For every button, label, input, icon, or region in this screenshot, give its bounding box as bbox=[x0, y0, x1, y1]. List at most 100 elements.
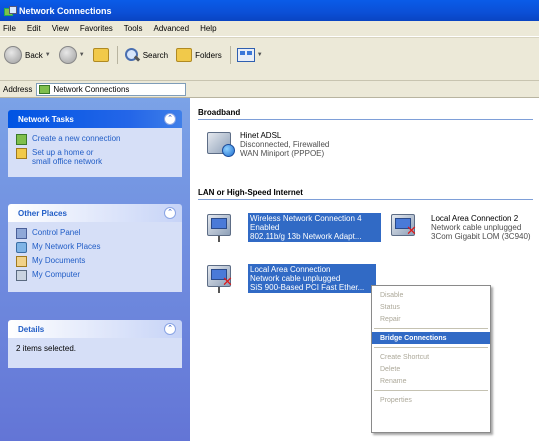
place-control-panel[interactable]: Control Panel bbox=[16, 228, 174, 239]
details-body: 2 items selected. bbox=[8, 338, 182, 368]
folders-icon bbox=[176, 48, 193, 62]
connection-status: Network cable unplugged bbox=[431, 223, 522, 232]
details-header[interactable]: Details ⌃ bbox=[8, 320, 182, 338]
menu-advanced[interactable]: Advanced bbox=[153, 24, 189, 33]
other-places-body: Control Panel My Network Places My Docum… bbox=[8, 222, 182, 292]
connection-status: Enabled bbox=[250, 223, 280, 232]
globe-icon bbox=[222, 144, 235, 157]
task-home-network[interactable]: Set up a home or small office network bbox=[16, 148, 174, 166]
disconnected-x-icon: ✕ bbox=[406, 223, 417, 238]
address-bar: Address Network Connections bbox=[0, 81, 539, 98]
address-field[interactable]: Network Connections bbox=[36, 82, 187, 96]
place-my-computer[interactable]: My Computer bbox=[16, 270, 174, 281]
chevron-down-icon: ▼ bbox=[78, 52, 85, 58]
lan-connection-icon[interactable]: ✕ bbox=[204, 261, 238, 293]
connection-device: 802.11b/g 13b Network Adapt... bbox=[250, 232, 362, 241]
network-tasks-panel: Network Tasks ⌃ Create a new connection … bbox=[8, 110, 182, 177]
views-button[interactable]: ▼ bbox=[236, 48, 263, 62]
menu-separator bbox=[374, 328, 488, 329]
menu-separator bbox=[374, 347, 488, 348]
up-button[interactable] bbox=[92, 48, 109, 62]
network-tasks-header[interactable]: Network Tasks ⌃ bbox=[8, 110, 182, 128]
menu-item-rename[interactable]: Rename bbox=[372, 375, 490, 387]
menu-bar: File Edit View Favorites Tools Advanced … bbox=[0, 21, 539, 37]
menu-file[interactable]: File bbox=[3, 24, 16, 33]
chevron-down-icon: ▼ bbox=[256, 52, 263, 58]
menu-separator bbox=[374, 390, 488, 391]
computer-icon bbox=[16, 270, 27, 281]
menu-view[interactable]: View bbox=[52, 24, 69, 33]
collapse-icon[interactable]: ⌃ bbox=[164, 323, 176, 335]
place-control-panel-label: Control Panel bbox=[32, 228, 81, 237]
toolbar-separator bbox=[229, 46, 231, 64]
collapse-icon[interactable]: ⌃ bbox=[164, 207, 176, 219]
network-tasks-body: Create a new connection Set up a home or… bbox=[8, 128, 182, 177]
menu-item-bridge-connections[interactable]: Bridge Connections bbox=[372, 332, 490, 344]
address-value: Network Connections bbox=[53, 84, 130, 94]
broadband-connection-icon[interactable] bbox=[204, 128, 238, 160]
folder-up-icon bbox=[92, 48, 109, 62]
task-pane: Network Tasks ⌃ Create a new connection … bbox=[0, 98, 190, 441]
toolbar: Back ▼ ▼ Search Folders ▼ bbox=[0, 37, 539, 81]
menu-item-properties[interactable]: Properties bbox=[372, 394, 490, 406]
task-create-connection-label: Create a new connection bbox=[32, 134, 121, 143]
back-button[interactable]: Back ▼ bbox=[4, 46, 51, 64]
menu-item-repair[interactable]: Repair bbox=[372, 313, 490, 325]
connection-lac2[interactable]: Local Area Connection 2 Network cable un… bbox=[431, 214, 539, 241]
connection-wireless[interactable]: Wireless Network Connection 4 Enabled 80… bbox=[248, 213, 381, 242]
menu-tools[interactable]: Tools bbox=[124, 24, 143, 33]
group-lan: LAN or High-Speed Internet bbox=[198, 188, 533, 200]
menu-edit[interactable]: Edit bbox=[27, 24, 41, 33]
title-bar[interactable]: Network Connections bbox=[0, 0, 539, 21]
network-connections-icon bbox=[39, 84, 51, 94]
connection-device: SiS 900-Based PCI Fast Ether... bbox=[250, 283, 365, 292]
task-create-connection[interactable]: Create a new connection bbox=[16, 134, 174, 145]
connection-status: Disconnected, Firewalled bbox=[240, 140, 330, 149]
connection-hinet-adsl[interactable]: Hinet ADSL Disconnected, Firewalled WAN … bbox=[240, 131, 329, 158]
menu-item-delete[interactable]: Delete bbox=[372, 363, 490, 375]
connection-name: Local Area Connection 2 bbox=[431, 214, 519, 223]
network-tasks-title: Network Tasks bbox=[18, 114, 74, 124]
menu-item-create-shortcut[interactable]: Create Shortcut bbox=[372, 351, 490, 363]
back-arrow-icon bbox=[4, 46, 22, 64]
menu-help[interactable]: Help bbox=[200, 24, 216, 33]
new-connection-icon bbox=[16, 134, 27, 145]
forward-button[interactable]: ▼ bbox=[58, 46, 85, 64]
disconnected-x-icon: ✕ bbox=[222, 274, 233, 289]
collapse-icon[interactable]: ⌃ bbox=[164, 113, 176, 125]
network-connections-icon bbox=[4, 5, 17, 17]
place-my-network-places[interactable]: My Network Places bbox=[16, 242, 174, 253]
folders-button[interactable]: Folders bbox=[176, 48, 222, 62]
place-my-computer-label: My Computer bbox=[32, 270, 81, 279]
toolbar-separator bbox=[116, 46, 118, 64]
back-label: Back bbox=[25, 50, 43, 60]
task-home-network-label: Set up a home or small office network bbox=[32, 148, 103, 166]
search-label: Search bbox=[142, 50, 169, 60]
menu-item-status[interactable]: Status bbox=[372, 301, 490, 313]
search-icon bbox=[124, 47, 140, 63]
lan-connection-icon[interactable]: ✕ bbox=[388, 210, 422, 242]
connection-name: Wireless Network Connection 4 bbox=[250, 214, 362, 223]
connection-device: 3Com Gigabit LOM (3C940) bbox=[431, 232, 531, 241]
home-network-icon bbox=[16, 148, 27, 159]
details-panel: Details ⌃ 2 items selected. bbox=[8, 320, 182, 368]
network-places-icon bbox=[16, 242, 27, 253]
wireless-connection-icon[interactable] bbox=[204, 210, 238, 242]
other-places-panel: Other Places ⌃ Control Panel My Network … bbox=[8, 204, 182, 292]
chevron-down-icon: ▼ bbox=[44, 52, 51, 58]
place-my-documents[interactable]: My Documents bbox=[16, 256, 174, 267]
search-button[interactable]: Search bbox=[124, 47, 168, 63]
place-my-network-places-label: My Network Places bbox=[32, 242, 101, 251]
context-menu: Disable Status Repair Bridge Connections… bbox=[371, 285, 491, 433]
connection-device: WAN Miniport (PPPOE) bbox=[240, 149, 325, 158]
folders-label: Folders bbox=[195, 50, 222, 60]
menu-item-disable[interactable]: Disable bbox=[372, 289, 490, 301]
connection-lac[interactable]: Local Area Connection Network cable unpl… bbox=[248, 264, 376, 293]
connection-status: Network cable unplugged bbox=[250, 274, 341, 283]
menu-favorites[interactable]: Favorites bbox=[80, 24, 113, 33]
details-title: Details bbox=[18, 324, 45, 334]
connection-name: Hinet ADSL bbox=[240, 131, 282, 140]
connection-name: Local Area Connection bbox=[250, 265, 331, 274]
other-places-header[interactable]: Other Places ⌃ bbox=[8, 204, 182, 222]
window-title: Network Connections bbox=[19, 5, 112, 16]
